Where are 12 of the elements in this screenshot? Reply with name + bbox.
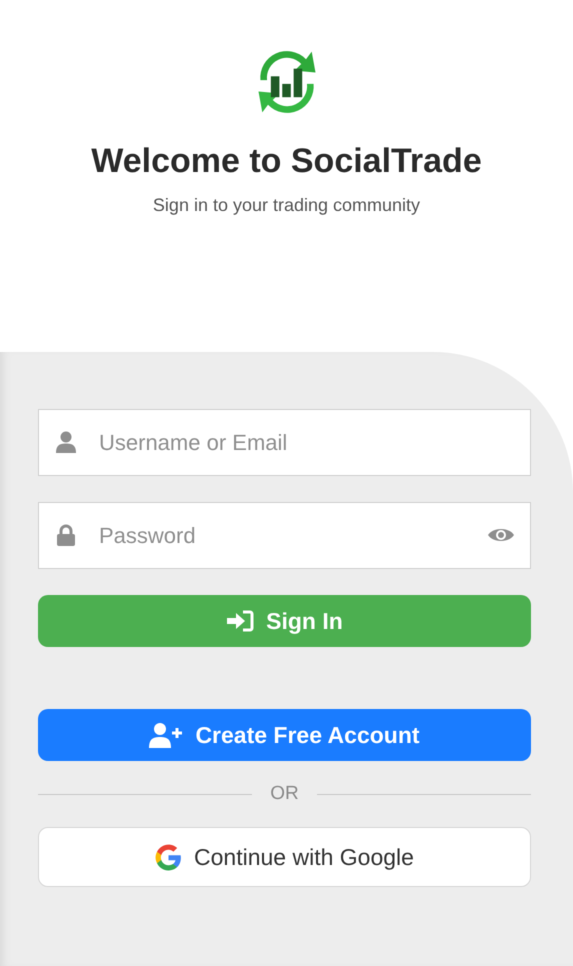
google-button[interactable]: Continue with Google — [38, 827, 531, 887]
subtitle: Sign in to your trading community — [152, 195, 420, 216]
or-divider-label: OR — [270, 783, 299, 805]
input-field[interactable]: Username or Email — [38, 409, 531, 476]
create-account-button[interactable]: Create Free Account — [38, 709, 531, 761]
add-user-icon — [149, 722, 184, 748]
input-field[interactable]: Password — [38, 502, 531, 569]
google-icon — [155, 844, 182, 870]
eye-icon[interactable] — [487, 526, 515, 544]
welcome-title: Welcome to SocialTrade — [91, 142, 482, 181]
sign-in-icon — [226, 610, 254, 632]
sign-in-button[interactable]: Sign In — [38, 595, 531, 647]
